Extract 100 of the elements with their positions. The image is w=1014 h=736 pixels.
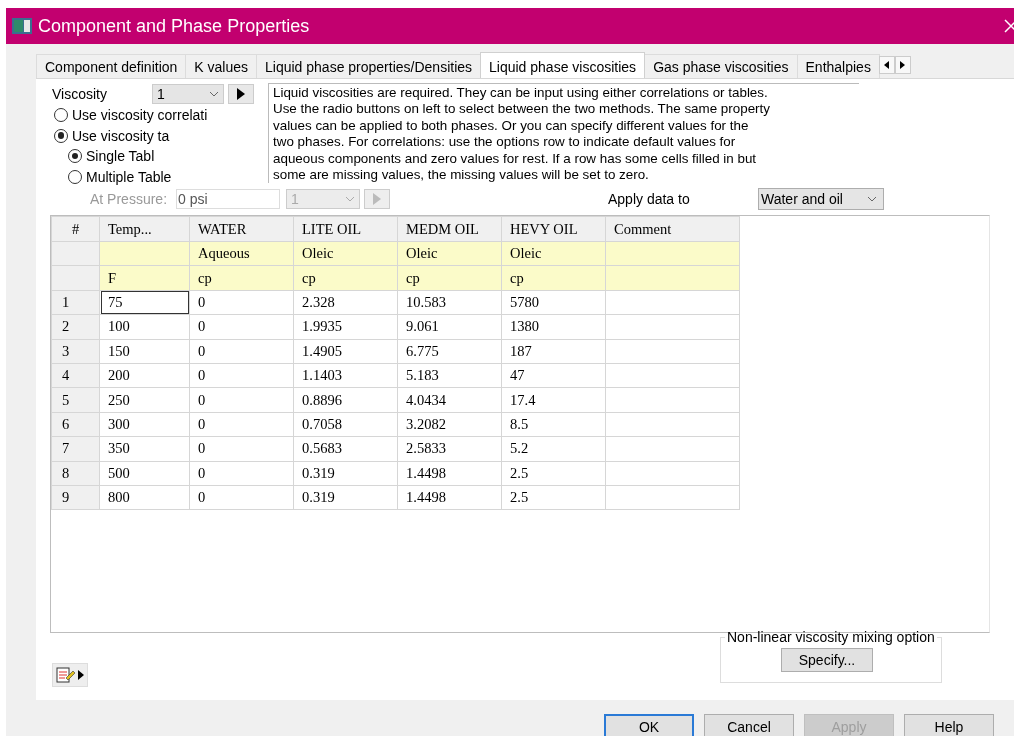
table-cell[interactable]: 150 — [99, 339, 190, 364]
table-cell[interactable] — [605, 265, 740, 291]
specify-button[interactable]: Specify... — [781, 648, 873, 672]
table-cell[interactable]: 200 — [99, 363, 190, 388]
table-cell[interactable]: 0 — [189, 363, 294, 388]
dialog-button[interactable]: Cancel — [704, 714, 794, 736]
description-text: Liquid viscosities are required. They can be input using either correlations or tables. Use the radio buttons on left to select between the two methods. The same property values can be applied to both phases. Or you can specify different values for the two phases. For correlations: use the options row to indicate default values for aqueous components and zero values for rest. If a row has some cells filled in but some are missing values, the missing values will be set to zero. — [268, 83, 859, 183]
table-cell[interactable]: 0.7058 — [293, 412, 398, 437]
tab[interactable]: Liquid phase viscosities — [480, 52, 646, 80]
table-cell[interactable] — [605, 339, 740, 364]
apply-data-dropdown[interactable]: Water and oil — [758, 188, 884, 210]
radio-option[interactable]: Single Tabl — [68, 146, 266, 167]
table-cell[interactable]: 5.183 — [397, 363, 502, 388]
table-cell[interactable]: 5780 — [501, 290, 606, 315]
table-cell[interactable]: 8.5 — [501, 412, 606, 437]
viscosity-dropdown[interactable]: 1 — [152, 84, 224, 104]
table-cell[interactable]: 47 — [501, 363, 606, 388]
table-cell[interactable] — [605, 290, 740, 315]
table-cell[interactable]: 1.1403 — [293, 363, 398, 388]
row-header: 8 — [51, 461, 100, 486]
table-cell[interactable]: 800 — [99, 485, 190, 510]
table-cell[interactable]: 2.5833 — [397, 436, 502, 461]
table-cell[interactable] — [605, 387, 740, 413]
column-header[interactable]: Temp... — [99, 216, 190, 242]
table-cell[interactable]: 100 — [99, 314, 190, 340]
table-cell[interactable]: 0.5683 — [293, 436, 398, 461]
table-cell[interactable]: Oleic — [397, 241, 502, 266]
row-header: 9 — [51, 485, 100, 510]
table-cell[interactable]: 2.5 — [501, 461, 606, 486]
table-cell[interactable]: 2.328 — [293, 290, 398, 315]
column-header[interactable]: HEVY OIL — [501, 216, 606, 242]
close-icon[interactable] — [1004, 19, 1014, 33]
table-cell[interactable]: 350 — [99, 436, 190, 461]
table-cell[interactable]: 0.319 — [293, 461, 398, 486]
column-header[interactable]: MEDM OIL — [397, 216, 502, 242]
table-cell[interactable]: 0 — [189, 412, 294, 437]
table-cell[interactable]: Oleic — [501, 241, 606, 266]
dialog-button[interactable]: OK — [604, 714, 694, 736]
tab[interactable]: Liquid phase properties/Densities — [256, 54, 482, 78]
table-cell[interactable]: 1.9935 — [293, 314, 398, 340]
table-cell[interactable]: F — [99, 265, 190, 291]
table-cell[interactable]: Oleic — [293, 241, 398, 266]
table-cell[interactable] — [605, 412, 740, 437]
table-cell[interactable]: 1.4498 — [397, 485, 502, 510]
table-cell[interactable]: 6.775 — [397, 339, 502, 364]
table-cell[interactable]: 0 — [189, 436, 294, 461]
radio-option[interactable]: Use viscosity ta — [54, 125, 266, 146]
table-cell[interactable]: cp — [397, 265, 502, 291]
table-cell[interactable]: 0 — [189, 387, 294, 413]
window-title: Component and Phase Properties — [38, 15, 310, 37]
table-cell[interactable] — [605, 241, 740, 266]
right-arrow-icon — [237, 88, 245, 100]
table-cell[interactable]: cp — [189, 265, 294, 291]
table-cell[interactable]: 9.061 — [397, 314, 502, 340]
table-cell[interactable]: 2.5 — [501, 485, 606, 510]
table-cell[interactable]: 0 — [189, 461, 294, 486]
table-cell[interactable]: 75 — [99, 290, 190, 315]
table-cell[interactable]: 1380 — [501, 314, 606, 340]
tab[interactable]: Enthalpies — [796, 54, 880, 78]
column-header[interactable]: Comment — [605, 216, 740, 242]
table-cell[interactable]: 300 — [99, 412, 190, 437]
table-cell[interactable]: 0 — [189, 290, 294, 315]
radio-option[interactable]: Multiple Table — [68, 166, 266, 187]
radio-option[interactable]: Use viscosity correlati — [54, 105, 266, 126]
table-cell[interactable] — [605, 461, 740, 486]
table-cell[interactable]: 250 — [99, 387, 190, 413]
column-header[interactable]: WATER — [189, 216, 294, 242]
edit-note-icon — [55, 666, 85, 684]
tab[interactable]: Gas phase viscosities — [644, 54, 798, 78]
table-cell[interactable]: 0 — [189, 314, 294, 340]
table-cell[interactable]: 187 — [501, 339, 606, 364]
dialog-button[interactable]: Help — [904, 714, 994, 736]
edit-menu-button[interactable] — [52, 663, 88, 687]
table-cell[interactable]: cp — [293, 265, 398, 291]
table-cell[interactable]: 0 — [189, 485, 294, 510]
table-cell[interactable]: cp — [501, 265, 606, 291]
next-button[interactable] — [228, 84, 254, 104]
table-cell[interactable]: 0.8896 — [293, 387, 398, 413]
table-cell[interactable]: 0.319 — [293, 485, 398, 510]
table-cell[interactable]: 0 — [189, 339, 294, 364]
table-cell[interactable] — [605, 436, 740, 461]
table-cell[interactable]: 1.4905 — [293, 339, 398, 364]
table-cell[interactable] — [99, 241, 190, 266]
table-cell[interactable] — [605, 363, 740, 388]
right-arrow-icon — [900, 61, 906, 69]
table-cell[interactable]: 5.2 — [501, 436, 606, 461]
row-header: 1 — [51, 290, 100, 315]
tab[interactable]: Component definition — [36, 54, 187, 78]
left-arrow-icon — [884, 61, 890, 69]
table-cell[interactable]: 10.583 — [397, 290, 502, 315]
table-cell[interactable]: 1.4498 — [397, 461, 502, 486]
table-cell[interactable]: 3.2082 — [397, 412, 502, 437]
table-cell[interactable]: 4.0434 — [397, 387, 502, 413]
column-header[interactable]: # — [51, 216, 100, 242]
table-cell[interactable]: Aqueous — [189, 241, 294, 266]
table-cell[interactable]: 500 — [99, 461, 190, 486]
table-cell[interactable] — [605, 485, 740, 510]
column-header[interactable]: LITE OIL — [293, 216, 398, 242]
table-cell[interactable]: 17.4 — [501, 387, 606, 413]
table-cell[interactable] — [605, 314, 740, 340]
